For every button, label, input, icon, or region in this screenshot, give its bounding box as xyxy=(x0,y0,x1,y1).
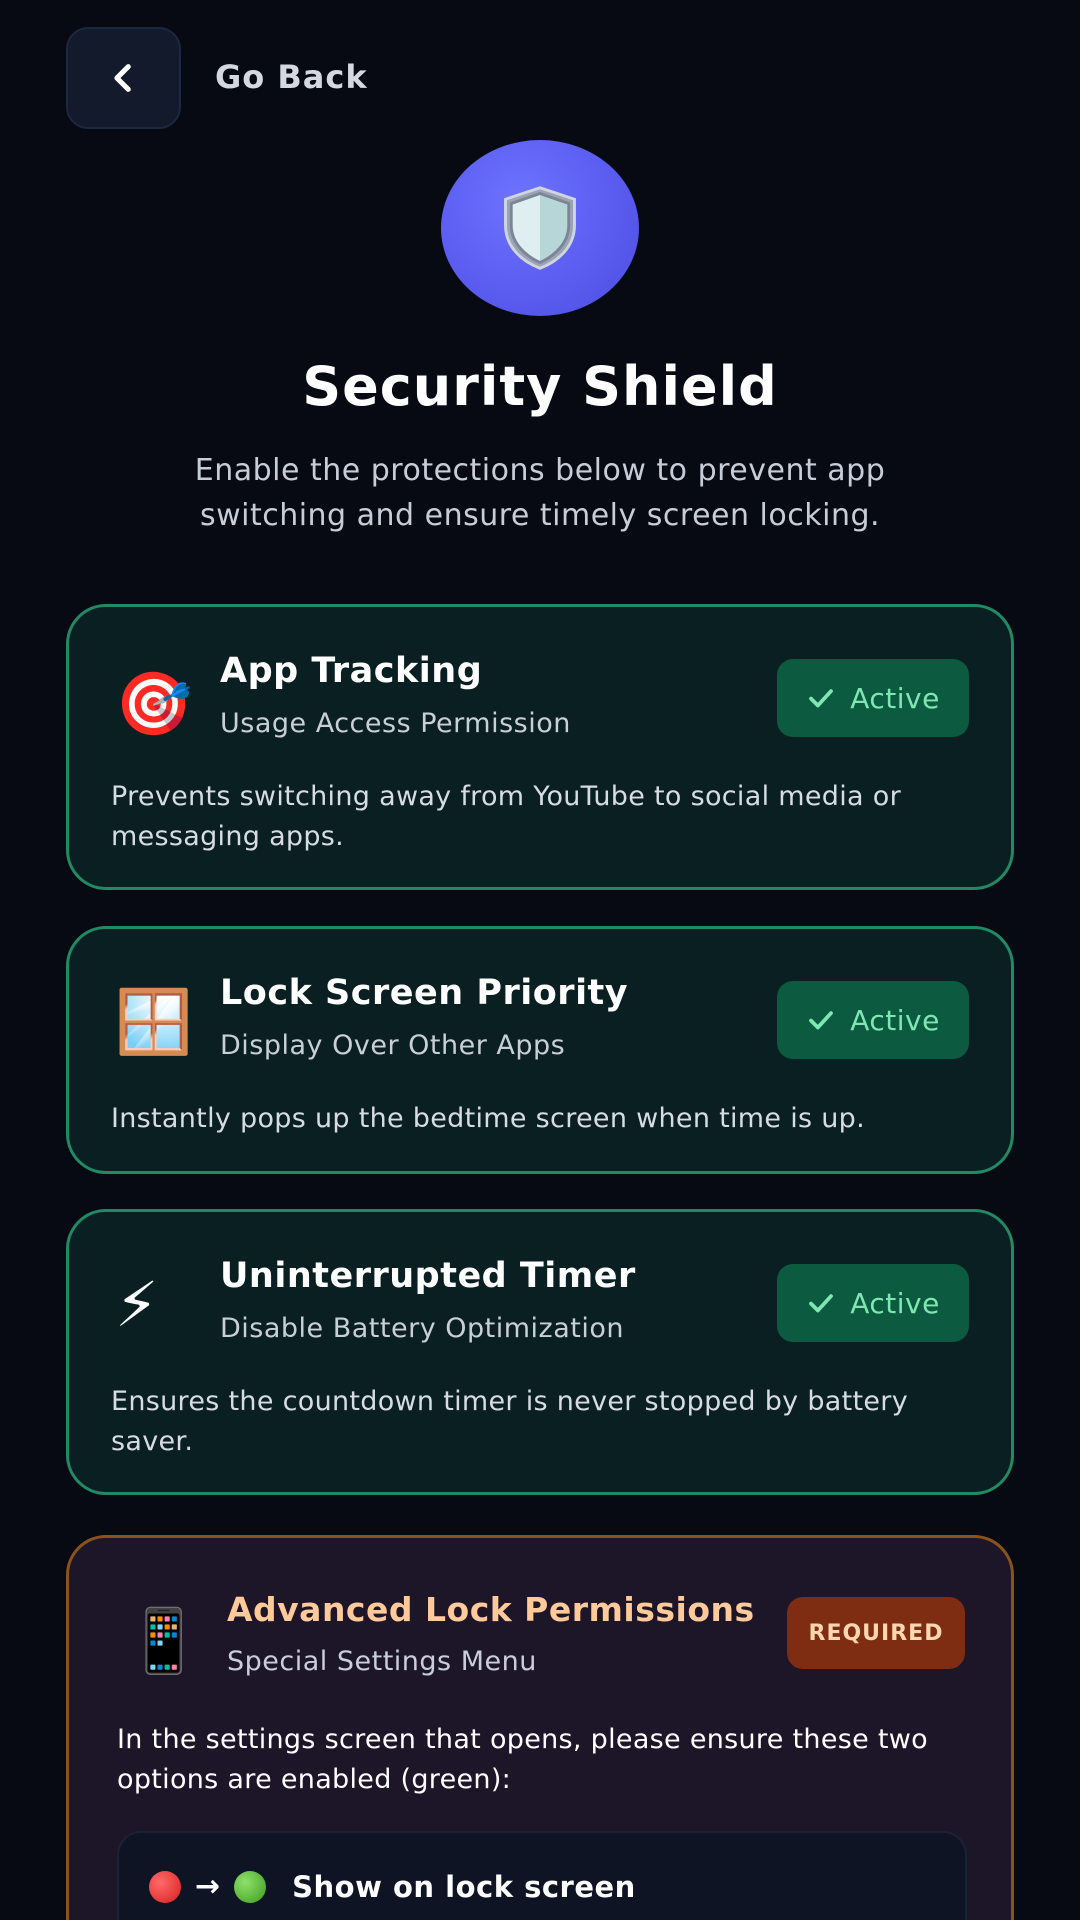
status-badge: Active xyxy=(777,981,969,1059)
card-title: Advanced Lock Permissions xyxy=(227,1590,755,1629)
arrow-right-icon: → xyxy=(195,1869,221,1904)
check-icon xyxy=(809,689,834,708)
card-subtitle: Disable Battery Optimization xyxy=(220,1313,624,1344)
back-button[interactable] xyxy=(66,27,181,129)
required-badge: REQUIRED xyxy=(787,1597,965,1669)
card-advanced-lock-permissions[interactable]: 📱 Advanced Lock Permissions Special Sett… xyxy=(66,1535,1014,1920)
card-title: Uninterrupted Timer xyxy=(220,1256,636,1296)
status-badge-label: Active xyxy=(850,1286,940,1320)
page-title: Security Shield xyxy=(302,355,778,418)
lightning-icon: ⚡ xyxy=(115,1268,159,1341)
shield-icon xyxy=(504,186,576,270)
card-subtitle: Special Settings Menu xyxy=(227,1646,537,1677)
back-label[interactable]: Go Back xyxy=(215,58,368,96)
option-show-on-lock-screen: → Show on lock screen xyxy=(149,1869,636,1904)
card-title: App Tracking xyxy=(220,651,483,691)
card-uninterrupted-timer[interactable]: ⚡ Uninterrupted Timer Disable Battery Op… xyxy=(66,1209,1014,1495)
status-badge: Active xyxy=(777,1264,969,1342)
green-circle-icon xyxy=(234,1870,267,1903)
window-icon: 🪟 xyxy=(115,985,193,1058)
status-badge: Active xyxy=(777,659,969,737)
page-subtitle: Enable the protections below to prevent … xyxy=(194,453,886,533)
card-description: In the settings screen that opens, pleas… xyxy=(117,1724,928,1795)
card-description: Instantly pops up the bedtime screen whe… xyxy=(111,1103,865,1134)
check-icon xyxy=(809,1294,834,1313)
card-subtitle: Usage Access Permission xyxy=(220,708,571,739)
card-title: Lock Screen Priority xyxy=(220,973,629,1013)
chevron-left-icon xyxy=(113,64,131,92)
card-description: Prevents switching away from YouTube to … xyxy=(111,781,901,852)
red-circle-icon xyxy=(149,1870,181,1903)
card-lock-screen-priority[interactable]: 🪟 Lock Screen Priority Display Over Othe… xyxy=(66,926,1014,1174)
card-app-tracking[interactable]: 🎯 App Tracking Usage Access Permission A… xyxy=(66,604,1014,890)
shield-badge xyxy=(441,140,639,316)
check-icon xyxy=(809,1011,834,1030)
target-icon: 🎯 xyxy=(115,667,193,740)
card-description: Ensures the countdown timer is never sto… xyxy=(111,1386,908,1457)
option-list: → Show on lock screen xyxy=(117,1831,967,1920)
card-subtitle: Display Over Other Apps xyxy=(220,1030,566,1061)
status-badge-label: Active xyxy=(850,681,940,715)
status-badge-label: Active xyxy=(850,1003,940,1037)
security-shield-screen: Go Back Security Shield Enable the prote… xyxy=(0,0,1080,1920)
option-label: Show on lock screen xyxy=(292,1869,636,1904)
mobile-phone-icon: 📱 xyxy=(125,1604,203,1677)
